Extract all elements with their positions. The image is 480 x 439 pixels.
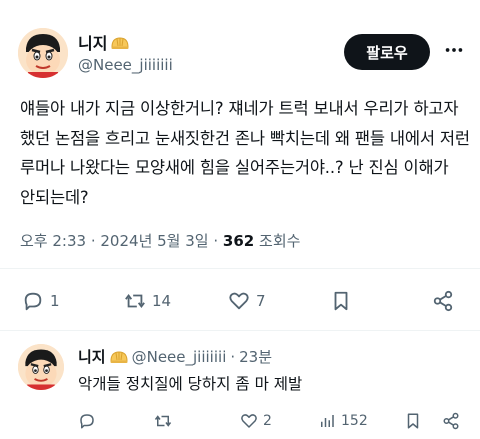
reply-actions: 2 152 (78, 404, 478, 438)
reply-icon (80, 414, 94, 429)
bun-emoji-icon (111, 35, 129, 49)
view-label: 조회수 (259, 232, 301, 250)
reply-header: 니지 @Neee_jiiiiiii · 23분 (78, 346, 272, 367)
reply-views-button[interactable]: 152 (318, 404, 368, 438)
views-chart-icon (321, 415, 334, 427)
retweet-icon (125, 293, 145, 309)
bun-emoji-icon (110, 350, 128, 364)
more-dots-icon[interactable] (442, 38, 466, 62)
retweet-button[interactable]: 14 (124, 283, 171, 319)
author-name-row[interactable]: 니지 (78, 30, 129, 54)
like-button[interactable]: 7 (228, 283, 266, 319)
bookmark-button[interactable] (330, 283, 352, 319)
reply-text: 악개들 정치질에 당하지 좀 마 제발 (78, 375, 303, 393)
author-handle[interactable]: @Neee_jiiiiiii (78, 56, 173, 74)
reply-author-handle[interactable]: @Neee_jiiiiiii (132, 348, 227, 366)
divider (0, 268, 480, 269)
tweet-date[interactable]: 2024년 5월 3일 (100, 232, 208, 250)
author-name[interactable]: 니지 (78, 30, 107, 54)
share-button[interactable] (432, 283, 454, 319)
meta-separator: · (213, 232, 223, 250)
reply-count: 1 (50, 292, 60, 310)
reply-like-count: 2 (263, 413, 272, 429)
share-icon (443, 412, 459, 430)
tweet-text: 얘들아 내가 지금 이상한거니? 쟤네가 트럭 보내서 우리가 하고자 했던 논… (20, 99, 475, 207)
bookmark-icon (407, 413, 419, 429)
retweet-icon (154, 415, 172, 427)
reply-author-avatar[interactable] (18, 344, 64, 390)
tweet-meta: 오후 2:33 · 2024년 5월 3일 · 362 조회수 (20, 230, 300, 251)
reply-view-count: 152 (341, 413, 368, 429)
reply-author-name[interactable]: 니지 (78, 346, 106, 367)
like-count: 7 (256, 292, 266, 310)
divider (0, 330, 480, 331)
share-icon (433, 290, 453, 312)
author-avatar[interactable] (18, 28, 68, 78)
reply-share-button[interactable] (442, 404, 460, 438)
tweet-actions: 1 14 7 (0, 283, 480, 319)
heart-icon (229, 292, 249, 310)
reply-age[interactable]: 23분 (239, 346, 272, 367)
retweet-count: 14 (152, 292, 172, 310)
reply-button[interactable]: 1 (22, 283, 60, 319)
meta-separator: · (230, 347, 236, 366)
reply-like-button[interactable]: 2 (240, 404, 272, 438)
reply-bookmark-button[interactable] (404, 404, 422, 438)
meta-separator: · (90, 232, 101, 250)
reply-retweet-button[interactable] (154, 404, 172, 438)
bookmark-icon (334, 291, 348, 311)
reply-reply-button[interactable] (78, 404, 96, 438)
heart-icon (241, 414, 257, 428)
view-count: 362 (222, 232, 255, 250)
tweet-time[interactable]: 오후 2:33 (20, 232, 86, 250)
reply-icon (24, 292, 42, 311)
follow-button[interactable]: 팔로우 (344, 34, 430, 70)
